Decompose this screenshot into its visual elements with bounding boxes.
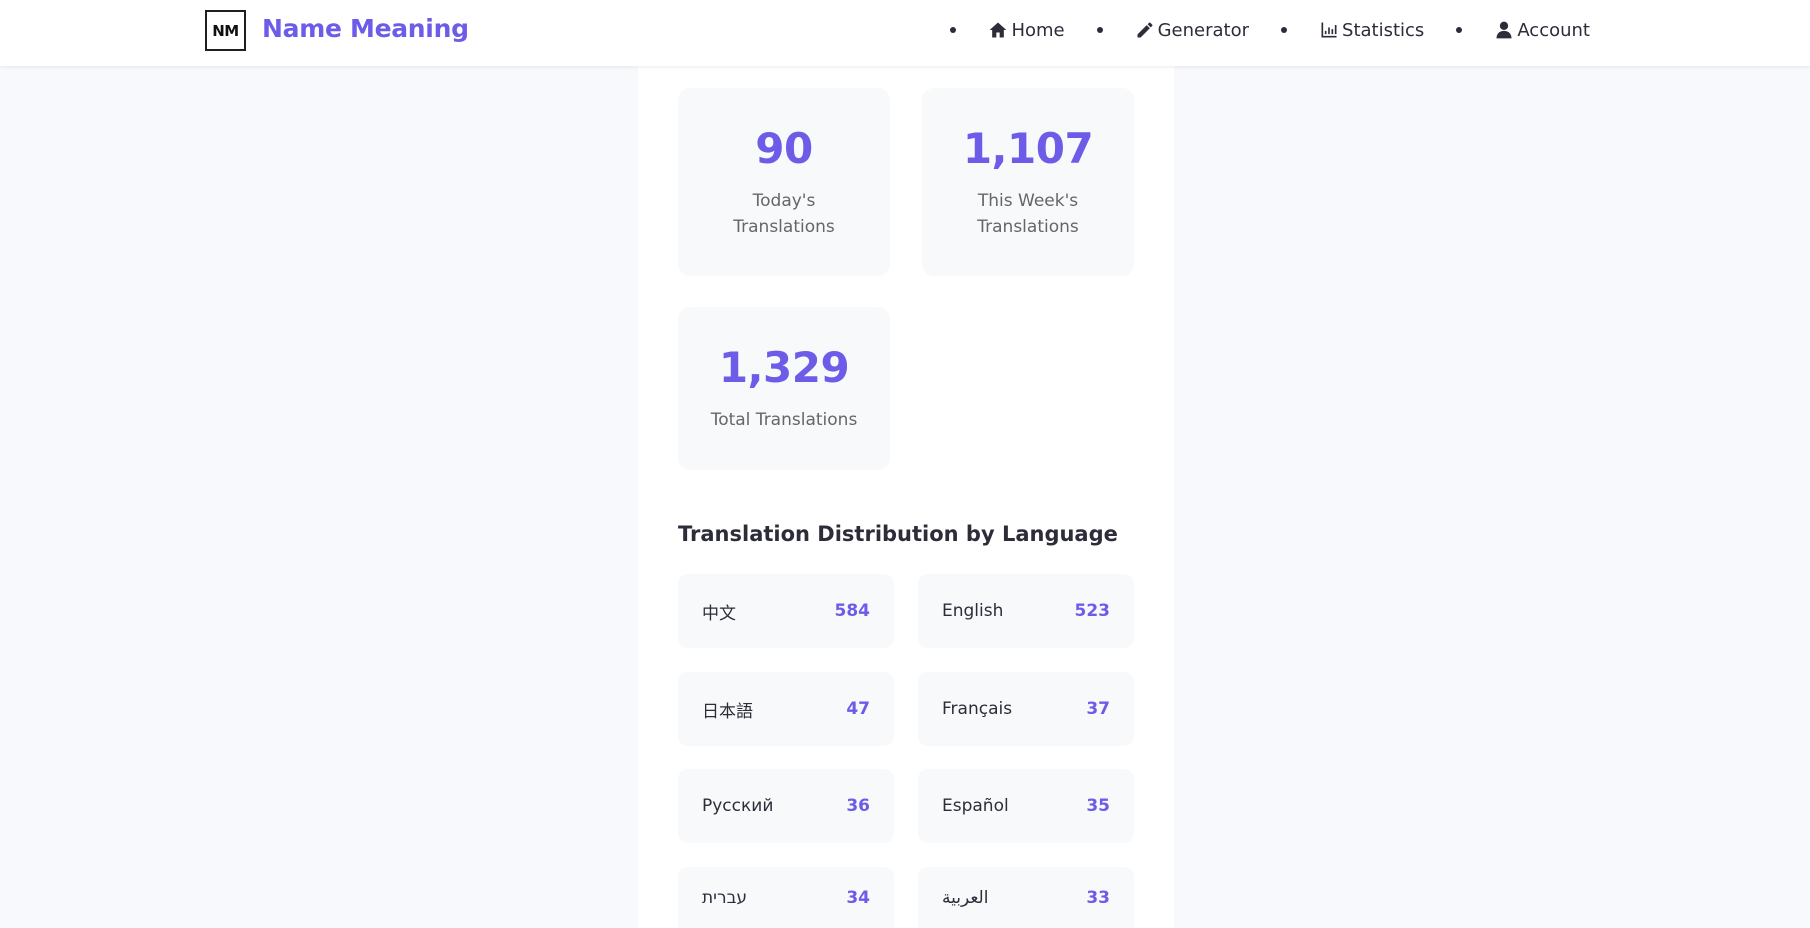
nav-bullet (950, 27, 957, 33)
user-icon (1496, 21, 1512, 39)
language-count: 34 (846, 887, 870, 908)
language-count: 37 (1086, 699, 1110, 719)
chart-icon (1321, 22, 1337, 38)
nav-statistics-label: Statistics (1342, 19, 1425, 41)
language-name: Русский (702, 796, 774, 816)
top-navbar: NM Name Meaning Home Generator Statistic… (0, 0, 1810, 66)
language-name: English (942, 601, 1004, 621)
language-name: Español (942, 796, 1009, 816)
language-card: Español 35 (918, 769, 1134, 843)
stat-label: This Week's Translations (977, 191, 1079, 237)
language-count: 35 (1086, 796, 1110, 816)
language-card: English 523 (918, 574, 1134, 648)
nav-bullet (1096, 27, 1103, 33)
nav-home-label: Home (1011, 19, 1065, 41)
language-count: 584 (834, 601, 871, 621)
nav-home[interactable]: Home (988, 19, 1065, 41)
logo[interactable]: NM (205, 10, 246, 51)
pencil-icon (1137, 22, 1153, 38)
stat-card-today: 90 Today's Translations (678, 88, 890, 276)
language-card: 中文 584 (678, 574, 894, 648)
nav-account-label: Account (1517, 19, 1590, 41)
nav-bullet (1456, 27, 1463, 33)
stat-label: Today's Translations (733, 191, 835, 237)
language-card: 日本語 47 (678, 672, 894, 746)
home-icon (990, 22, 1007, 38)
language-card: Русский 36 (678, 769, 894, 843)
nav-account[interactable]: Account (1494, 20, 1590, 41)
language-card: Français 37 (918, 672, 1134, 746)
nav-generator[interactable]: Generator (1135, 20, 1249, 41)
language-card: العربية 33 (918, 867, 1134, 928)
stat-card-week: 1,107 This Week's Translations (922, 88, 1134, 276)
language-name: 中文 (702, 603, 736, 624)
language-name: 日本語 (702, 701, 753, 722)
nav-statistics[interactable]: Statistics (1319, 20, 1424, 41)
language-name: Français (942, 699, 1013, 719)
language-count: 33 (1086, 887, 1110, 908)
language-count: 36 (846, 796, 870, 816)
language-count: 47 (846, 699, 870, 719)
stat-value: 90 (755, 124, 813, 173)
language-name: العربية (942, 887, 989, 908)
stat-value: 1,329 (718, 343, 850, 392)
stat-card-total: 1,329 Total Translations (678, 307, 890, 470)
stat-value: 1,107 (962, 124, 1094, 173)
nav-generator-label: Generator (1157, 19, 1250, 41)
main-nav: Home Generator Statistics Account (950, 0, 1590, 60)
distribution-title: Translation Distribution by Language (678, 522, 1118, 546)
language-name: עברית (702, 887, 748, 908)
language-card: עברית 34 (678, 867, 894, 928)
language-count: 523 (1074, 601, 1111, 621)
stat-label: Total Translations (710, 410, 858, 430)
nav-bullet (1281, 27, 1288, 33)
brand-name[interactable]: Name Meaning (262, 14, 469, 43)
